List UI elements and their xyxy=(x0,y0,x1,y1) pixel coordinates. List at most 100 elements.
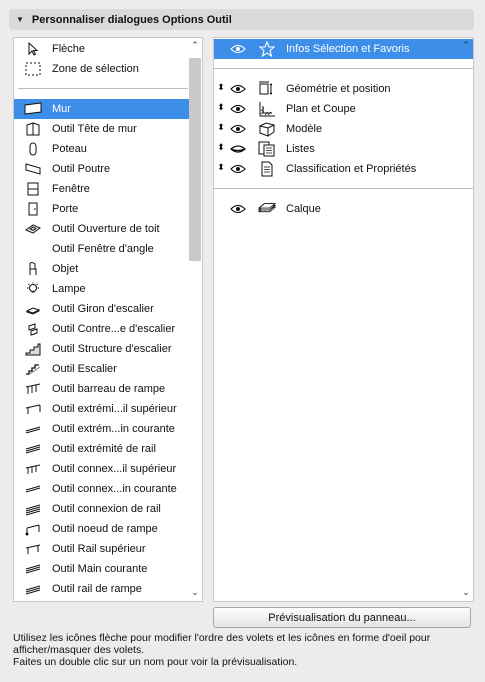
section-header[interactable]: ▼ Personnaliser dialogues Options Outil xyxy=(9,9,474,30)
panel-item-geometry[interactable]: ⬍ Géométrie et position xyxy=(214,79,473,99)
list-item-label: Outil Ouverture de toit xyxy=(52,223,160,235)
list-item[interactable]: Outil Poutre xyxy=(14,159,189,179)
list-item[interactable]: Outil Fenêtre d'angle xyxy=(14,239,189,259)
panel-item-plan-section[interactable]: ⬍ Plan et Coupe xyxy=(214,99,473,119)
railing-top-end-icon xyxy=(14,402,52,416)
list-item[interactable]: Objet xyxy=(14,259,189,279)
tool-list[interactable]: Flèche Zone de sélection Mur Outil Tête … xyxy=(13,37,203,602)
list-item[interactable]: Poteau xyxy=(14,139,189,159)
list-item-label: Porte xyxy=(52,203,79,215)
list-item-label: Fenêtre xyxy=(52,183,90,195)
list-item[interactable]: Outil Contre...e d'escalier xyxy=(14,319,189,339)
list-item[interactable]: Outil Ouverture de toit xyxy=(14,219,189,239)
list-item-label: Outil Main courante xyxy=(52,563,148,575)
collapse-triangle-icon[interactable]: ▼ xyxy=(16,15,24,24)
railing-baluster-icon xyxy=(14,382,52,396)
list-item[interactable]: Outil noeud de rampe xyxy=(14,519,189,539)
plan-section-icon xyxy=(258,100,276,118)
top-rail-connection-icon xyxy=(14,462,52,476)
list-item[interactable]: Outil Main courante xyxy=(14,559,189,579)
section-title: Personnaliser dialogues Options Outil xyxy=(31,13,232,26)
chair-object-icon xyxy=(14,262,52,276)
scroll-up-arrow-icon[interactable]: ⌃ xyxy=(190,40,200,50)
stair-structure-icon xyxy=(14,342,52,356)
list-item-wall[interactable]: Mur xyxy=(14,99,189,119)
eye-icon[interactable] xyxy=(230,43,246,55)
wall-end-icon xyxy=(14,122,52,136)
reorder-arrows-icon[interactable]: ⬍ xyxy=(216,162,226,173)
list-item[interactable]: Outil extrémi...il supérieur xyxy=(14,399,189,419)
panel-preview-button[interactable]: Prévisualisation du panneau... xyxy=(213,607,471,628)
eye-icon[interactable] xyxy=(230,163,246,175)
eye-icon[interactable] xyxy=(230,83,246,95)
list-item-label: Outil connex...in courante xyxy=(52,483,177,495)
list-item[interactable]: Outil Rail supérieur xyxy=(14,539,189,559)
eye-icon[interactable] xyxy=(230,203,246,215)
list-item-label: Zone de sélection xyxy=(52,63,139,75)
railing-node-icon xyxy=(14,522,52,536)
panel-item-model[interactable]: ⬍ Modèle xyxy=(214,119,473,139)
stair-riser-icon xyxy=(14,322,52,336)
right-scrollbar[interactable]: ⌃ ⌄ xyxy=(459,38,473,601)
panel-label: Géométrie et position xyxy=(286,83,391,95)
panel-item-properties[interactable]: ⬍ Classification et Propriétés xyxy=(214,159,473,179)
list-item-label: Outil rail de rampe xyxy=(52,583,142,595)
list-item-label: Poteau xyxy=(52,143,87,155)
stair-tread-icon xyxy=(14,302,52,316)
scroll-down-arrow-icon[interactable]: ⌄ xyxy=(461,587,471,597)
list-item[interactable]: Outil connex...il supérieur xyxy=(14,459,189,479)
rail-end-icon xyxy=(14,442,52,456)
list-item[interactable]: Outil Tête de mur xyxy=(14,119,189,139)
list-item-label: Outil Giron d'escalier xyxy=(52,303,154,315)
list-item-marquee[interactable]: Zone de sélection xyxy=(14,59,189,79)
list-item[interactable]: Outil Structure d'escalier xyxy=(14,339,189,359)
arrow-pointer-icon xyxy=(14,42,52,56)
reorder-arrows-icon[interactable]: ⬍ xyxy=(216,142,226,153)
list-item[interactable]: Outil extrém...in courante xyxy=(14,419,189,439)
list-item[interactable]: Fenêtre xyxy=(14,179,189,199)
marquee-icon xyxy=(14,62,52,76)
eye-closed-icon[interactable] xyxy=(230,143,246,155)
scroll-down-arrow-icon[interactable]: ⌄ xyxy=(190,587,200,597)
eye-icon[interactable] xyxy=(230,103,246,115)
panel-label: Listes xyxy=(286,143,315,155)
list-item[interactable]: Outil barreau de rampe xyxy=(14,379,189,399)
divider xyxy=(214,188,473,189)
list-item-label: Flèche xyxy=(52,43,86,55)
list-item-label: Outil extrémi...il supérieur xyxy=(52,403,177,415)
listing-icon xyxy=(258,140,276,158)
panel-item-favorites[interactable]: Infos Sélection et Favoris xyxy=(214,39,473,59)
beam-icon xyxy=(14,162,52,176)
list-item-label: Outil Contre...e d'escalier xyxy=(52,323,176,335)
divider xyxy=(18,88,188,89)
eye-icon[interactable] xyxy=(230,123,246,135)
scroll-up-arrow-icon[interactable]: ⌃ xyxy=(461,40,471,50)
list-item-arrow[interactable]: Flèche xyxy=(14,39,189,59)
list-item[interactable]: Outil connexion de rail xyxy=(14,499,189,519)
list-item[interactable]: Porte xyxy=(14,199,189,219)
lamp-icon xyxy=(14,282,52,296)
geometry-icon xyxy=(258,80,276,98)
list-item[interactable]: Lampe xyxy=(14,279,189,299)
left-scrollbar[interactable]: ⌃ ⌄ xyxy=(188,38,202,601)
reorder-arrows-icon[interactable]: ⬍ xyxy=(216,122,226,133)
reorder-arrows-icon[interactable]: ⬍ xyxy=(216,82,226,93)
panel-item-layer[interactable]: Calque xyxy=(214,199,473,219)
list-item[interactable]: Outil Escalier xyxy=(14,359,189,379)
list-item[interactable]: Outil connex...in courante xyxy=(14,479,189,499)
list-item[interactable]: Outil extrémité de rail xyxy=(14,439,189,459)
list-item-label: Outil Escalier xyxy=(52,363,117,375)
scroll-thumb[interactable] xyxy=(189,58,201,261)
panel-list[interactable]: Infos Sélection et Favoris ⬍ Géométrie e… xyxy=(213,37,474,602)
list-item[interactable]: Outil Giron d'escalier xyxy=(14,299,189,319)
list-item[interactable]: Outil rail de rampe xyxy=(14,579,189,599)
stair-icon xyxy=(14,362,52,376)
panel-item-listing[interactable]: ⬍ Listes xyxy=(214,139,473,159)
list-item-label: Outil extrém...in courante xyxy=(52,423,175,435)
reorder-arrows-icon[interactable]: ⬍ xyxy=(216,102,226,113)
list-item-label: Outil connex...il supérieur xyxy=(52,463,177,475)
divider xyxy=(214,68,473,69)
help-line: Utilisez les icônes flèche pour modifier… xyxy=(13,632,431,656)
panel-label: Infos Sélection et Favoris xyxy=(286,43,410,55)
list-item-label: Objet xyxy=(52,263,79,275)
